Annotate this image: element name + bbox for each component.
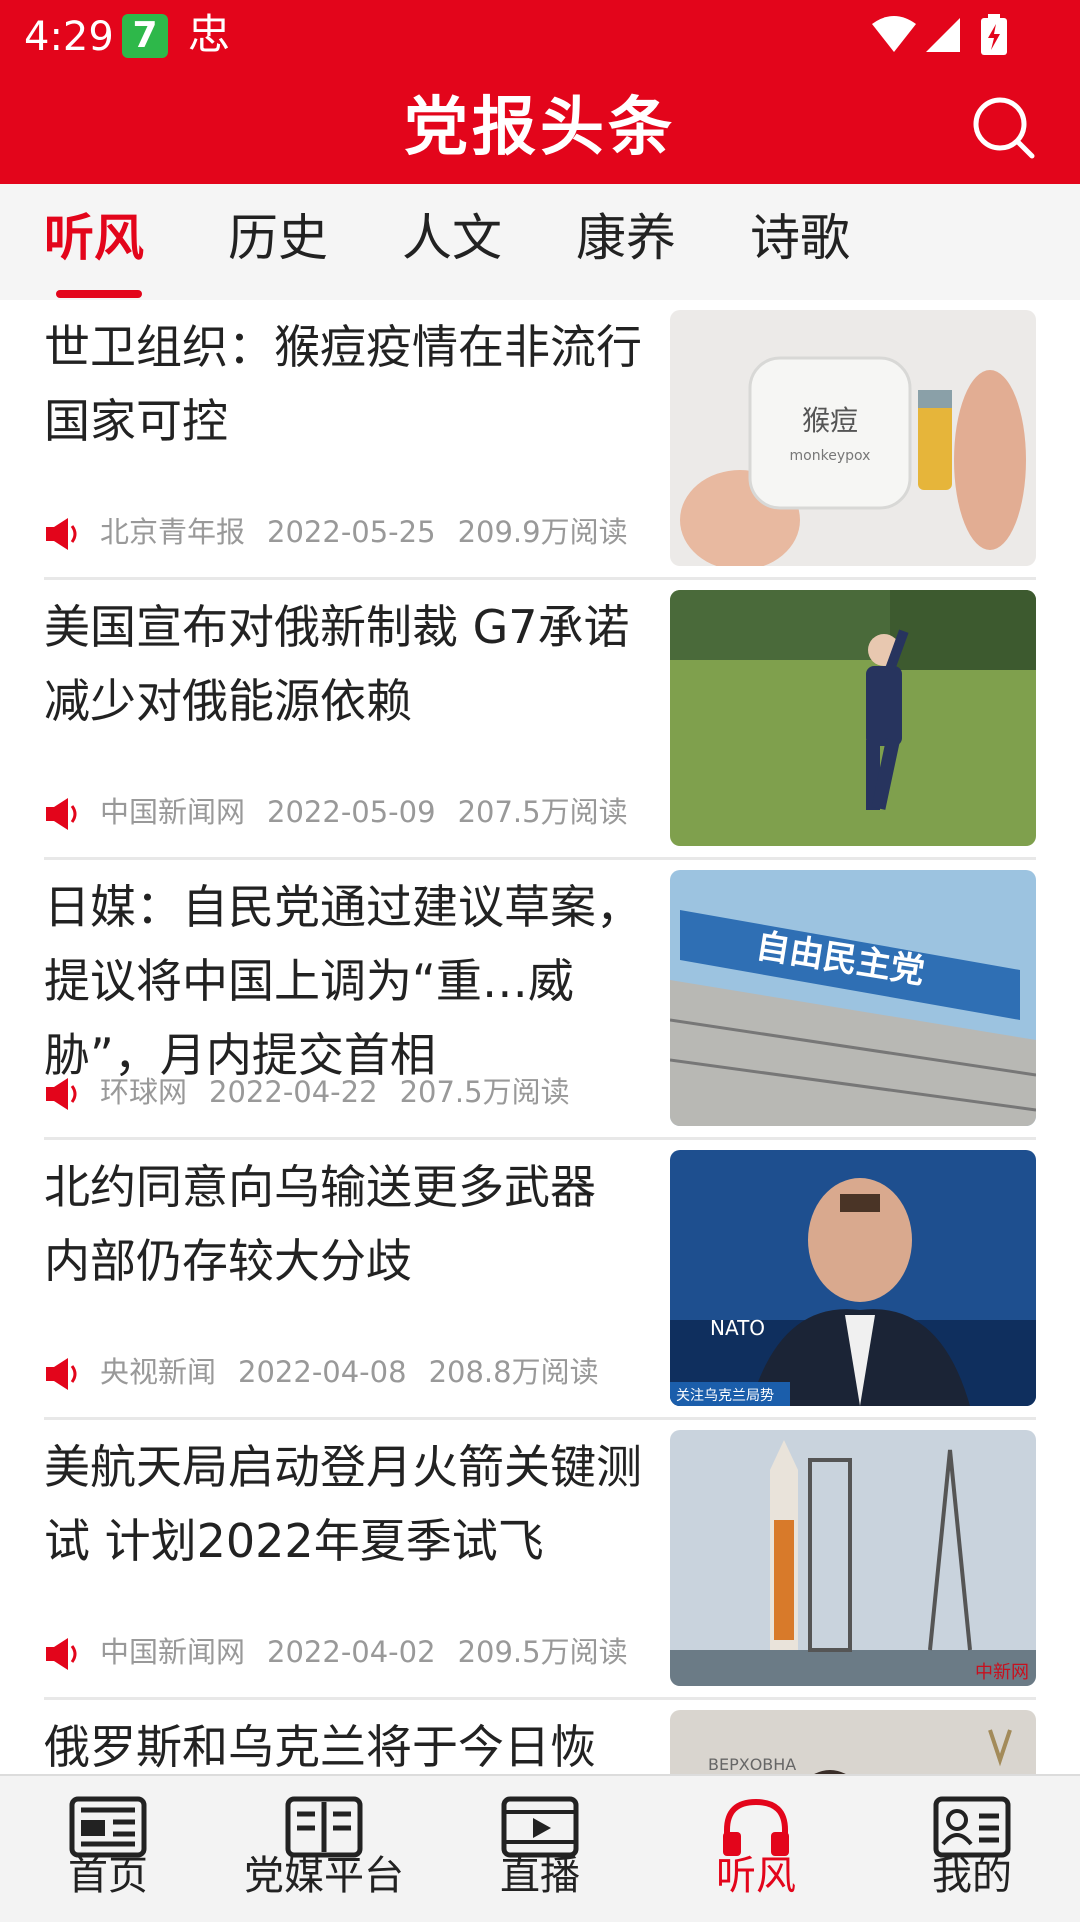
nav-label: 首页 [68,1853,148,1899]
tab-history[interactable]: 历史 [228,206,328,270]
cell-signal-icon [926,18,960,52]
tab-poetry[interactable]: 诗歌 [750,206,850,270]
news-reads: 207.5万阅读 [399,1075,570,1109]
news-title[interactable]: 北约同意向乌输送更多武器 内部仍存较大分歧 [44,1150,654,1298]
news-meta: 央视新闻 2022-04-08 208.8万阅读 [44,1352,621,1392]
news-source: 环球网 [100,1075,188,1109]
thumb-label: NATO [710,1316,765,1340]
wifi-icon [872,16,916,52]
news-meta: 环球网 2022-04-22 207.5万阅读 [44,1072,592,1112]
nav-live[interactable]: 直播 [450,1796,630,1900]
news-date: 2022-04-02 [267,1635,436,1669]
news-source: 央视新闻 [100,1355,217,1389]
news-meta: 中国新闻网 2022-04-02 209.5万阅读 [44,1632,650,1672]
news-thumbnail[interactable]: NATO 关注乌克兰局势 [670,1150,1036,1406]
speaker-icon[interactable] [44,517,80,551]
nav-label: 我的 [932,1853,1012,1899]
news-date: 2022-04-08 [238,1355,407,1389]
news-source: 中国新闻网 [100,795,246,829]
app-header: 4:29 7 忠 党报头条 [0,0,1080,184]
news-thumbnail[interactable]: 猴痘 monkeypox [670,310,1036,566]
news-item[interactable]: 北约同意向乌输送更多武器 内部仍存较大分歧 央视新闻 2022-04-08 208.… [0,1140,1080,1420]
book-icon [285,1796,363,1858]
nav-label: 直播 [500,1853,580,1899]
video-icon [501,1796,579,1858]
news-item[interactable]: 美国宣布对俄新制裁 G7承诺减少对俄能源依赖 中国新闻网 2022-05-09 20… [0,580,1080,860]
news-reads: 209.9万阅读 [457,515,628,549]
nav-profile[interactable]: 我的 [882,1796,1062,1900]
news-reads: 207.5万阅读 [457,795,628,829]
news-item[interactable]: 世卫组织：猴痘疫情在非流行国家可控 北京青年报 2022-05-25 209.9万阅… [0,300,1080,580]
news-item[interactable]: 日媒：自民党通过建议草案，提议将中国上调为“重…威胁”，月内提交首相 环球网 20… [0,860,1080,1140]
active-tab-indicator [56,290,142,298]
news-thumbnail[interactable]: ВЕРХОВНА [670,1710,1036,1774]
bottom-navigation: 首页 党媒平台 直播 听风 我的 [0,1774,1080,1922]
news-date: 2022-05-09 [267,795,436,829]
thumb-sublabel: monkeypox [790,448,871,464]
thumb-label: 猴痘 [802,404,858,437]
news-source: 北京青年报 [100,515,246,549]
news-reads: 208.8万阅读 [428,1355,599,1389]
status-time: 4:29 [24,14,114,60]
news-title[interactable]: 日媒：自民党通过建议草案，提议将中国上调为“重…威胁”，月内提交首相 [44,870,654,1092]
speaker-icon[interactable] [44,1357,80,1391]
nav-media-platform[interactable]: 党媒平台 [234,1796,414,1900]
news-icon [69,1796,147,1858]
headphones-icon [723,1798,789,1856]
news-date: 2022-04-22 [209,1075,378,1109]
notification-badge-icon: 7 [122,14,168,58]
thumb-label: 中新网 [975,1662,1029,1683]
news-thumbnail[interactable]: 中新网 [670,1430,1036,1686]
news-title[interactable]: 俄罗斯和乌克兰将于今日恢 [44,1710,654,1774]
tab-humanities[interactable]: 人文 [402,206,502,270]
news-title[interactable]: 美国宣布对俄新制裁 G7承诺减少对俄能源依赖 [44,590,654,738]
news-reads: 209.5万阅读 [457,1635,628,1669]
news-item[interactable]: 美航天局启动登月火箭关键测试 计划2022年夏季试飞 中国新闻网 2022-04-… [0,1420,1080,1700]
app-title: 党报头条 [404,90,676,165]
speaker-icon[interactable] [44,797,80,831]
news-date: 2022-05-25 [267,515,436,549]
thumb-label: ВЕРХОВНА [708,1755,796,1774]
tab-tingfeng[interactable]: 听风 [44,206,144,270]
news-title[interactable]: 世卫组织：猴痘疫情在非流行国家可控 [44,310,654,458]
tab-health[interactable]: 康养 [576,206,676,270]
nav-label: 党媒平台 [244,1853,404,1899]
news-item[interactable]: 俄罗斯和乌克兰将于今日恢 ВЕРХОВНА [0,1700,1080,1774]
status-indicators [870,14,1010,55]
news-list: 世卫组织：猴痘疫情在非流行国家可控 北京青年报 2022-05-25 209.9万阅… [0,300,1080,1774]
nav-tingfeng[interactable]: 听风 [666,1796,846,1900]
news-meta: 北京青年报 2022-05-25 209.9万阅读 [44,512,650,552]
speaker-icon[interactable] [44,1077,80,1111]
news-thumbnail[interactable] [670,590,1036,846]
thumb-sublabel: 关注乌克兰局势 [676,1388,774,1404]
profile-card-icon [933,1796,1011,1858]
news-meta: 中国新闻网 2022-05-09 207.5万阅读 [44,792,650,832]
app-notification-icon: 忠 [188,10,231,59]
nav-label: 听风 [716,1853,796,1899]
news-thumbnail[interactable]: 自由民主党 [670,870,1036,1126]
battery-icon [981,14,1007,55]
speaker-icon[interactable] [44,1637,80,1671]
news-title[interactable]: 美航天局启动登月火箭关键测试 计划2022年夏季试飞 [44,1430,654,1578]
nav-home[interactable]: 首页 [18,1796,198,1900]
category-tabs: 听风 历史 人文 康养 诗歌 [0,184,1080,300]
search-icon[interactable] [972,96,1036,160]
news-source: 中国新闻网 [100,1635,246,1669]
